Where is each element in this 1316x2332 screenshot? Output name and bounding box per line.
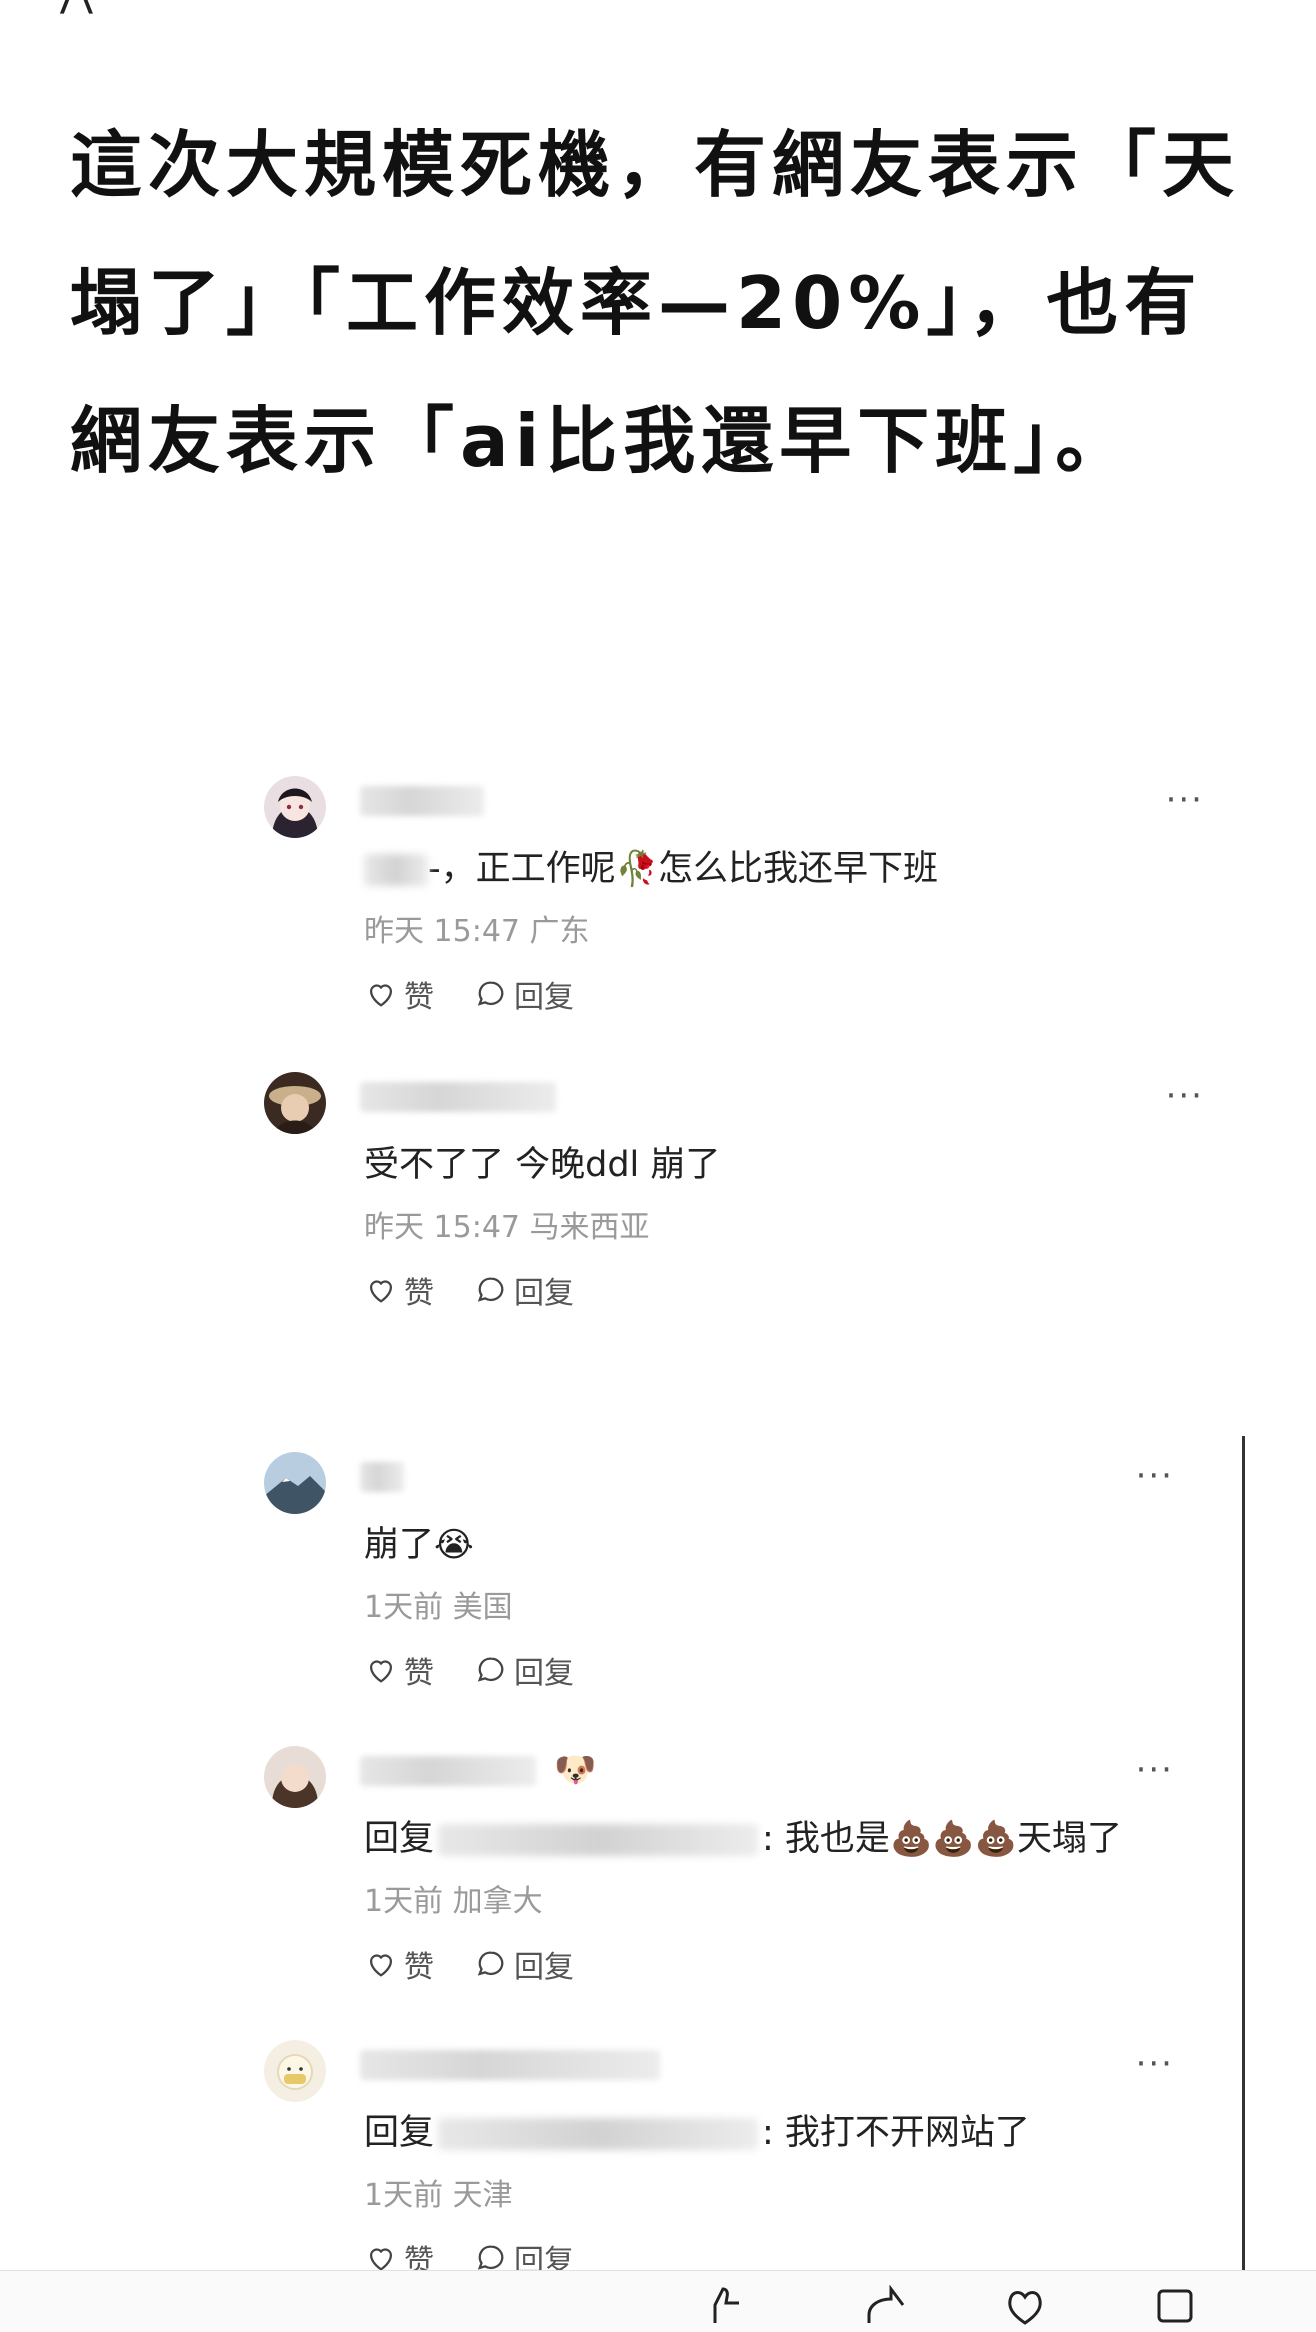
more-dots-icon: ···	[1165, 780, 1204, 820]
reply-button[interactable]: 回复	[474, 1268, 574, 1312]
chat-bubble-icon	[477, 1277, 504, 1302]
reply-button[interactable]: 回复	[474, 1942, 574, 1986]
avatar[interactable]	[264, 1452, 326, 1514]
crying-emoji: 😭	[434, 1525, 474, 1565]
like-button[interactable]: 赞	[364, 1268, 434, 1312]
more-dots-icon: ···	[1165, 1076, 1204, 1116]
blurred-mention	[364, 854, 428, 886]
like-button[interactable]: 赞	[364, 1942, 434, 1986]
heart-icon	[369, 1954, 393, 1977]
comment-actions: 赞 回复	[364, 1268, 574, 1312]
chat-bubble-icon	[477, 1657, 504, 1682]
more-options-button[interactable]: ···	[1136, 2044, 1174, 2084]
comment-box-icon[interactable]	[1150, 2285, 1200, 2325]
wilted-flower-emoji: 🥀	[615, 849, 658, 889]
comment-text: 回复: 我也是💩💩💩天塌了	[364, 1819, 1122, 1859]
comment-text: 崩了😭	[364, 1525, 474, 1565]
share-arrow-icon[interactable]	[860, 2285, 910, 2325]
comment-meta: 1天前 天津	[364, 2178, 513, 2213]
avatar-anime-girl-icon	[264, 776, 326, 838]
avatar[interactable]	[264, 2040, 326, 2102]
poop-emoji: 💩💩💩	[889, 1819, 1017, 1859]
more-options-button[interactable]: ···	[1136, 1750, 1174, 1790]
screenshot-edge-divider	[1242, 1436, 1245, 2296]
comment-actions: 赞 回复	[364, 972, 574, 1016]
more-dots-icon: ···	[1135, 1456, 1174, 1496]
comment-screenshot: ··· -，正工作呢🥀怎么比我还早下班 昨天 15:47 广东 赞 回复 ···…	[0, 0, 1316, 2331]
comment-text: 回复: 我打不开网站了	[364, 2113, 1030, 2153]
like-button[interactable]: 赞	[364, 972, 434, 1016]
comment-meta: 昨天 15:47 马来西亚	[364, 1210, 650, 1245]
avatar-cute-character-icon	[264, 2040, 326, 2102]
more-options-button[interactable]: ···	[1166, 1076, 1204, 1116]
comment-text: 受不了了 今晚ddl 崩了	[364, 1145, 721, 1185]
bottom-toolbar	[0, 2270, 1316, 2332]
more-dots-icon: ···	[1135, 2044, 1174, 2084]
avatar[interactable]	[264, 1072, 326, 1134]
avatar[interactable]	[264, 1746, 326, 1808]
blurred-mention	[438, 1824, 759, 1856]
username-blurred[interactable]	[360, 1082, 556, 1112]
heart-icon[interactable]	[1000, 2285, 1050, 2325]
username-blurred[interactable]	[360, 2050, 660, 2080]
thumb-up-icon[interactable]	[700, 2285, 750, 2325]
like-button[interactable]: 赞	[364, 1648, 434, 1692]
comment-meta: 昨天 15:47 广东	[364, 914, 590, 949]
heart-icon	[369, 984, 393, 1007]
reply-button[interactable]: 回复	[474, 1648, 574, 1692]
username-blurred[interactable]	[360, 1756, 536, 1786]
comment-text: -，正工作呢🥀怎么比我还早下班	[364, 840, 938, 891]
blurred-mention	[438, 2118, 759, 2150]
avatar-mountain-icon	[264, 1452, 326, 1514]
avatar[interactable]	[264, 776, 326, 838]
comment-meta: 1天前 美国	[364, 1590, 513, 1625]
heart-icon	[369, 1280, 393, 1303]
more-options-button[interactable]: ···	[1136, 1456, 1174, 1496]
username-blurred[interactable]	[360, 786, 484, 816]
avatar-girl-icon	[264, 1746, 326, 1808]
comment-actions: 赞 回复	[364, 1648, 574, 1692]
username-blurred[interactable]	[360, 1462, 404, 1492]
comment-actions: 赞 回复	[364, 1942, 574, 1986]
comment-meta: 1天前 加拿大	[364, 1884, 543, 1919]
chat-bubble-icon	[477, 1951, 504, 1976]
avatar-hat-person-icon	[264, 1072, 326, 1134]
reply-button[interactable]: 回复	[474, 972, 574, 1016]
more-options-button[interactable]: ···	[1166, 780, 1204, 820]
chat-bubble-icon	[477, 981, 504, 1006]
name-dog-emoji: 🐶	[554, 1750, 597, 1790]
more-dots-icon: ···	[1135, 1750, 1174, 1790]
heart-icon	[369, 1660, 393, 1683]
